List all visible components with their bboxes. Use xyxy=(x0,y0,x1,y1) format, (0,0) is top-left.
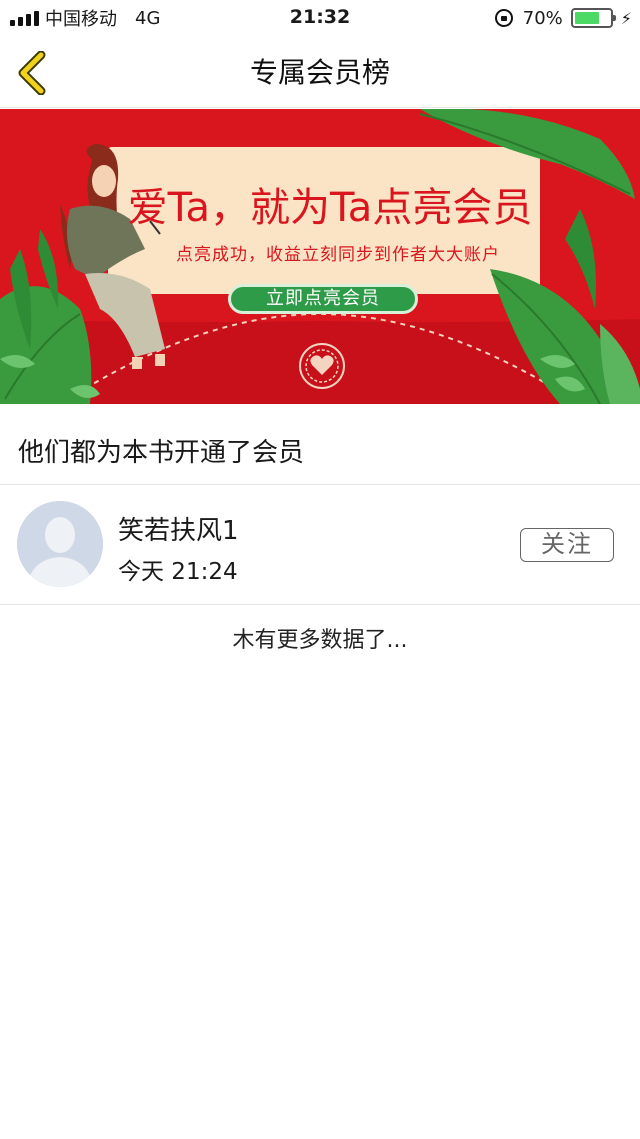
follow-button[interactable]: 关注 xyxy=(520,528,614,562)
status-bar: 中国移动 4G 21:32 70% ⚡ xyxy=(0,0,640,38)
orientation-lock-icon xyxy=(494,9,513,27)
status-right: 70% ⚡ xyxy=(494,6,632,30)
banner-subtitle: 点亮成功，收益立刻同步到作者大大账户 xyxy=(176,245,500,265)
member-name: 笑若扶风1 xyxy=(118,516,239,546)
banner-title: 爱Ta，就为Ta点亮会员 xyxy=(127,185,533,231)
battery-icon xyxy=(570,8,616,28)
nav-bar: 专属会员榜 xyxy=(0,38,640,108)
light-up-membership-button[interactable]: 立即点亮会员 xyxy=(228,284,418,314)
member-time: 今天 21:24 xyxy=(118,559,238,585)
no-more-data-text: 木有更多数据了... xyxy=(232,628,408,653)
promo-banner[interactable]: 爱Ta，就为Ta点亮会员 点亮成功，收益立刻同步到作者大大账户 立即点亮会员 xyxy=(0,109,640,404)
section-title: 他们都为本书开通了会员 xyxy=(18,438,305,468)
battery-percent: 70% xyxy=(522,7,563,29)
default-avatar-icon[interactable] xyxy=(17,501,103,587)
divider xyxy=(0,604,640,605)
charging-icon: ⚡ xyxy=(620,8,632,28)
list-item[interactable]: 笑若扶风1 今天 21:24 关注 xyxy=(0,485,640,604)
page-title: 专属会员榜 xyxy=(249,56,390,89)
